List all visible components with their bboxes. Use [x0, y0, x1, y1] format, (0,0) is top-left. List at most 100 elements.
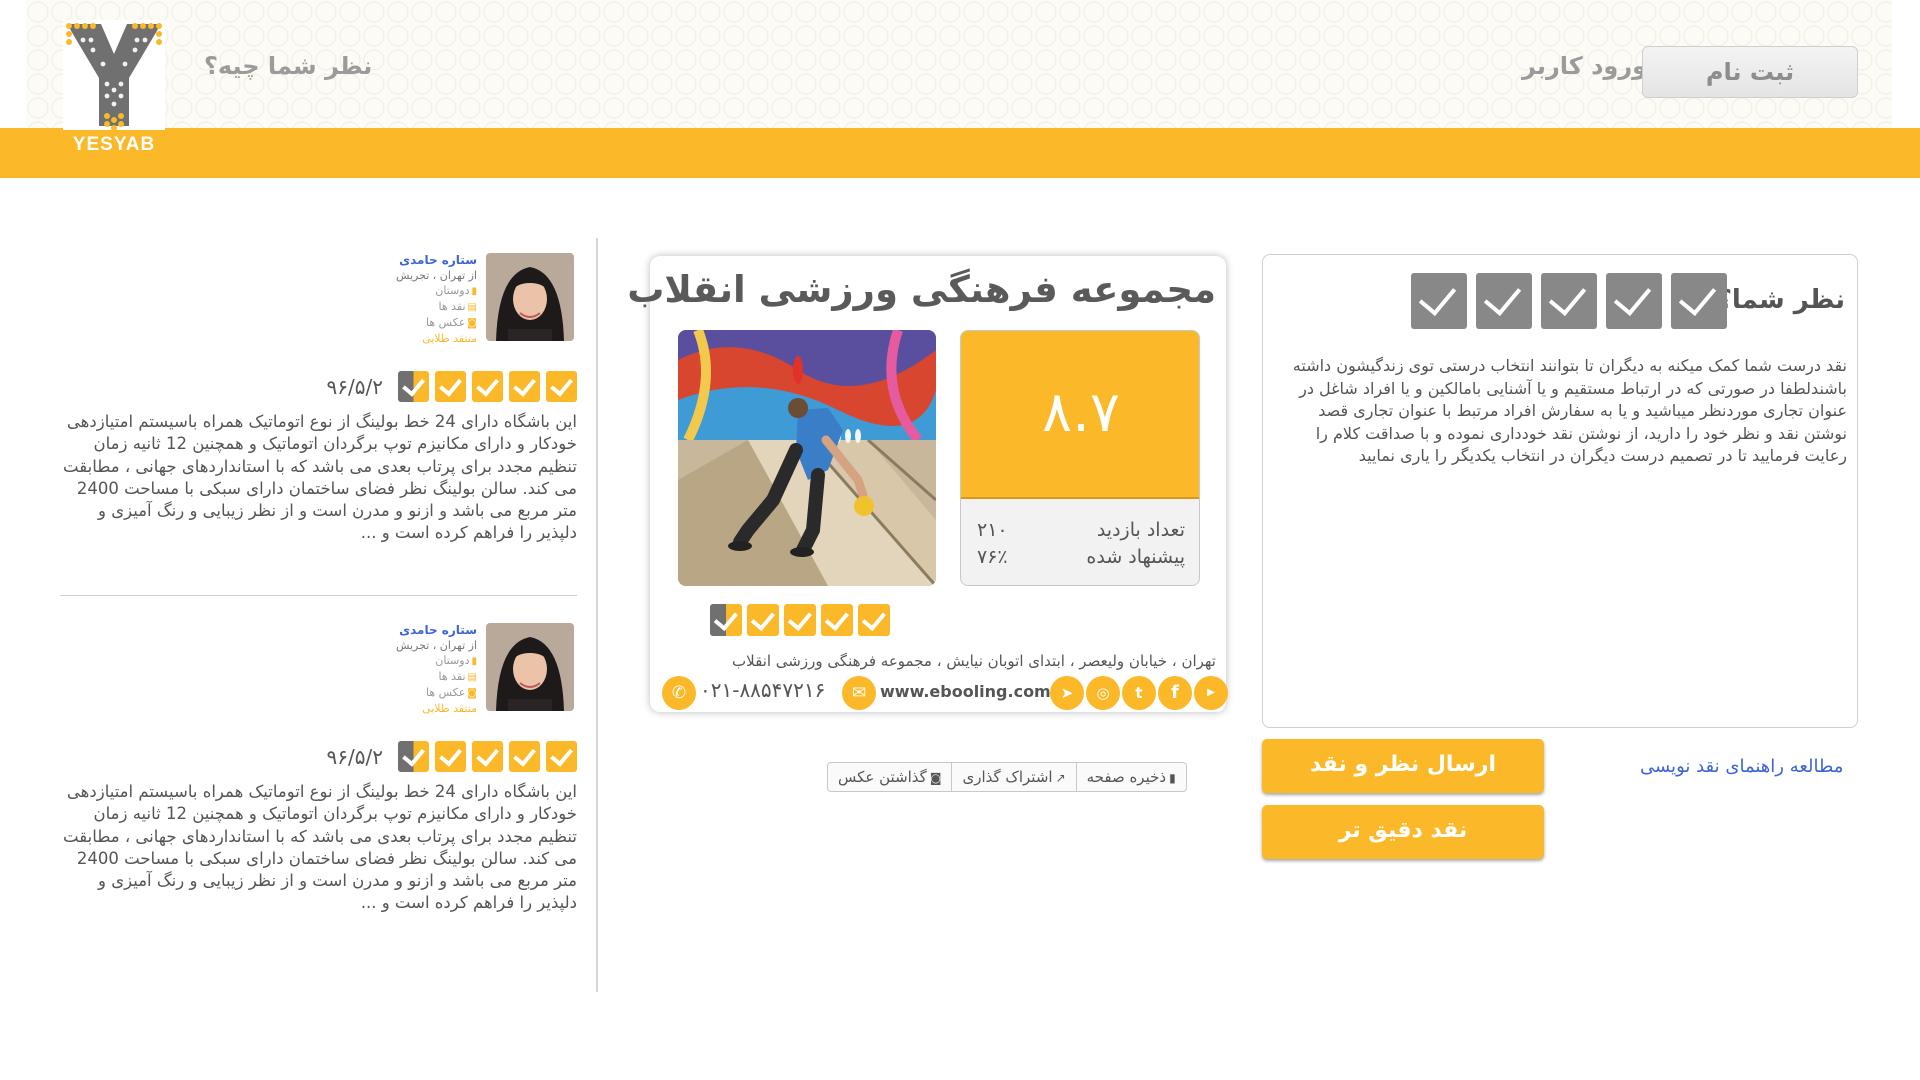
avatar-image: [486, 623, 574, 711]
save-page-button[interactable]: ▮ذخیره صفحه: [1075, 763, 1186, 791]
review-text: این باشگاه دارای 24 خط بولینگ از نوع اتو…: [63, 782, 577, 913]
venue-card: مجموعه فرهنگی ورزشی انقلاب ۸.۷ تعداد باز…: [627, 256, 1228, 712]
photos-icon: ◙: [467, 318, 477, 329]
rating-check-icon: [398, 741, 429, 772]
friends-label: دوستان: [435, 284, 470, 297]
rating-check-icon[interactable]: [1541, 273, 1597, 329]
venue-address: تهران ، خیابان ولیعصر ، ابتدای اتوبان نی…: [732, 652, 1216, 670]
venue-rating: [710, 604, 895, 640]
share-button[interactable]: ↗اشتراک گذاری: [951, 763, 1075, 791]
photos-label: عکس ها: [425, 686, 466, 699]
add-photo-label: گذاشتن عکس: [838, 768, 927, 786]
rating-check-icon: [509, 371, 540, 402]
header-question-link[interactable]: نظر شما چیه؟: [204, 52, 372, 80]
precise-review-button[interactable]: نقد دقیق تر: [1262, 805, 1544, 859]
recommend-label: پیشنهاد شده: [1086, 546, 1185, 568]
venue-score: ۸.۷: [961, 331, 1199, 499]
reviewer-avatar[interactable]: [486, 623, 574, 711]
review-rating: [392, 371, 577, 406]
save-page-label: ذخیره صفحه: [1086, 768, 1167, 786]
reviewer-badge: منتقد طلایی: [422, 332, 477, 345]
reviews-icon: ▤: [467, 302, 477, 313]
reviews-icon: ▤: [467, 672, 477, 683]
telegram-icon[interactable]: ➤: [1050, 676, 1084, 710]
friends-label: دوستان: [435, 654, 470, 667]
reviewer-reviews[interactable]: ▤نقد ها: [396, 299, 477, 315]
add-photo-button[interactable]: ◙گذاشتن عکس: [828, 763, 951, 791]
recommend-value: ۷۶٪: [977, 546, 1008, 568]
venue-website[interactable]: www.ebooling.com: [880, 682, 1051, 701]
reviewer-photos[interactable]: ◙عکس ها: [396, 685, 477, 701]
reviewer-avatar[interactable]: [486, 253, 574, 341]
reviewer-reviews[interactable]: ▤نقد ها: [396, 669, 477, 685]
logo-text: YESYAB: [63, 132, 165, 158]
submit-review-button[interactable]: ارسال نظر و نقد: [1262, 739, 1544, 793]
friends-icon: ▮: [471, 656, 477, 667]
signup-button[interactable]: ثبت نام: [1642, 46, 1858, 98]
reviewer-info: ستاره حامدی از تهران ، تجریش ▮دوستان ▤نق…: [396, 253, 477, 346]
opinion-title: نظر شما؟: [1716, 285, 1845, 315]
twitter-icon[interactable]: t: [1122, 676, 1156, 710]
yesyab-logo[interactable]: YESYAB: [63, 20, 165, 160]
friends-icon: ▮: [471, 286, 477, 297]
header-band: [0, 128, 1920, 178]
visits-label: تعداد بازدید: [1096, 519, 1185, 541]
reviewer-info: ستاره حامدی از تهران ، تجریش ▮دوستان ▤نق…: [396, 623, 477, 716]
share-icon: ↗: [1055, 771, 1066, 785]
rating-check-icon: [472, 371, 503, 402]
venue-phone[interactable]: ۰۲۱-۸۸۵۴۷۲۱۶: [700, 678, 825, 702]
rating-check-icon: [398, 371, 429, 402]
rating-check-icon: [435, 741, 466, 772]
visits-value: ۲۱۰: [977, 519, 1008, 541]
rating-check-icon: [710, 604, 742, 636]
camera-icon: ◙: [929, 771, 942, 785]
youtube-icon[interactable]: ▶: [1194, 676, 1228, 710]
opinion-panel: نظر شما؟ نقد درست شما کمک میکنه به دیگرا…: [1262, 254, 1858, 728]
venue-title: مجموعه فرهنگی ورزشی انقلاب: [627, 268, 1216, 311]
rating-check-icon: [747, 604, 779, 636]
venue-photo[interactable]: [678, 330, 936, 586]
reviewer-name[interactable]: ستاره حامدی: [396, 623, 477, 638]
rating-check-icon[interactable]: [1476, 273, 1532, 329]
reviewer-location: از تهران ، تجریش: [395, 639, 477, 652]
reviews-label: نقد ها: [438, 670, 466, 683]
email-icon[interactable]: ✉: [842, 676, 876, 710]
reviewer-badge: منتقد طلایی: [422, 702, 477, 715]
rating-check-icon[interactable]: [1671, 273, 1727, 329]
column-divider: [596, 238, 598, 992]
contact-row: ✆ ۰۲۱-۸۸۵۴۷۲۱۶ ✉ www.ebooling.com ➤ ◎ t …: [662, 676, 1228, 710]
reviewer-location: از تهران ، تجریش: [395, 269, 477, 282]
review-text: این باشگاه دارای 24 خط بولینگ از نوع اتو…: [63, 412, 577, 543]
bowling-photo-image: [678, 330, 936, 586]
opinion-rating-input[interactable]: [1402, 273, 1727, 333]
reviewer-friends[interactable]: ▮دوستان: [396, 653, 477, 669]
instagram-icon[interactable]: ◎: [1086, 676, 1120, 710]
rating-check-icon[interactable]: [1411, 273, 1467, 329]
bookmark-icon: ▮: [1169, 771, 1176, 785]
avatar-image: [486, 253, 574, 341]
rating-check-icon: [435, 371, 466, 402]
review-card: ستاره حامدی از تهران ، تجریش ▮دوستان ▤نق…: [60, 623, 577, 983]
rating-check-icon: [472, 741, 503, 772]
reviewer-photos[interactable]: ◙عکس ها: [396, 315, 477, 331]
rating-check-icon: [858, 604, 890, 636]
facebook-icon[interactable]: f: [1158, 676, 1192, 710]
rating-check-icon[interactable]: [1606, 273, 1662, 329]
phone-icon[interactable]: ✆: [662, 676, 696, 710]
photos-label: عکس ها: [425, 316, 466, 329]
rating-check-icon: [546, 371, 577, 402]
reviewer-friends[interactable]: ▮دوستان: [396, 283, 477, 299]
share-label: اشتراک گذاری: [962, 768, 1053, 786]
rating-check-icon: [784, 604, 816, 636]
login-link[interactable]: ورود کاربر: [1522, 52, 1647, 80]
review-guide-link[interactable]: مطالعه راهنمای نقد نویسی: [1640, 756, 1843, 777]
rating-check-icon: [546, 741, 577, 772]
photos-icon: ◙: [467, 688, 477, 699]
review-rating: [392, 741, 577, 776]
opinion-textarea[interactable]: نقد درست شما کمک میکنه به دیگران تا بتوا…: [1277, 355, 1847, 468]
reviewer-name[interactable]: ستاره حامدی: [396, 253, 477, 268]
review-date: ۹۶/۵/۲: [326, 375, 383, 399]
review-card: ستاره حامدی از تهران ، تجریش ▮دوستان ▤نق…: [60, 253, 577, 613]
page-actions: ▮ذخیره صفحه ↗اشتراک گذاری ◙گذاشتن عکس: [827, 762, 1187, 792]
score-box: ۸.۷ تعداد بازدید ۲۱۰ پیشنهاد شده ۷۶٪: [960, 330, 1200, 586]
